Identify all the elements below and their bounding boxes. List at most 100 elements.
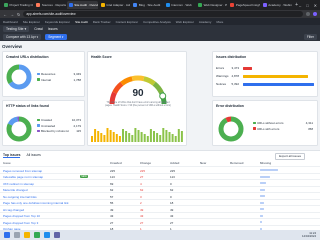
- trend-bar: [260, 214, 263, 217]
- browser-tab-label: PageSpeed Insights: [235, 3, 260, 7]
- trend-bar: [260, 169, 278, 172]
- column-header[interactable]: New: [200, 161, 206, 165]
- history-bar: [168, 132, 171, 142]
- column-header[interactable]: Issue: [3, 161, 11, 165]
- issues-card-title: Issues distribution: [216, 55, 247, 59]
- issues-table: Top issues All issues Export all issues …: [0, 150, 320, 231]
- search-icon[interactable]: [14, 232, 20, 238]
- clock: 11:24 14/04/2024: [302, 231, 316, 238]
- close-icon[interactable]: ✕: [314, 3, 317, 8]
- nav-item[interactable]: More: [216, 20, 223, 24]
- explorer-icon[interactable]: [24, 232, 30, 238]
- browser-tab[interactable]: Intercom · Web: [164, 1, 195, 9]
- taskbar: 11:24 14/04/2024: [0, 230, 320, 240]
- nav-item[interactable]: Site Audit: [75, 20, 88, 24]
- crawled-legend-row[interactable]: Resources: [37, 72, 55, 76]
- profile-icon[interactable]: [313, 12, 317, 16]
- browser-tab[interactable]: Site Audit · Overview: [66, 1, 99, 9]
- column-header[interactable]: Change: [140, 161, 151, 165]
- column-header[interactable]: Missing: [260, 161, 271, 165]
- favicon-icon: [68, 3, 73, 7]
- legend-value: 4,311: [305, 121, 313, 125]
- health-card-title: Health Score: [91, 55, 112, 59]
- gauge-segment: [152, 81, 164, 94]
- browser-tab[interactable]: Sources · Reports N: [34, 1, 66, 9]
- issues-link[interactable]: Issues: [48, 27, 58, 31]
- browser-tab[interactable]: Academy · Webinar: [261, 1, 292, 9]
- column-header[interactable]: Crawled: [110, 161, 122, 165]
- browser-tab[interactable]: PageSpeed Insights: [228, 1, 260, 9]
- legend-swatch: [37, 129, 40, 133]
- error-legend-row[interactable]: URLs without errors: [253, 121, 284, 125]
- history-bar: [156, 133, 159, 142]
- history-bar: [140, 132, 143, 142]
- overview-title: Overview: [2, 44, 23, 49]
- legend-swatch: [37, 72, 40, 76]
- teams-icon[interactable]: [54, 232, 60, 238]
- browser-tab[interactable]: Blog · Site Audit: [131, 1, 162, 9]
- error-legend-row[interactable]: URLs with errors: [253, 127, 279, 131]
- new-tab-icon[interactable]: +: [295, 2, 298, 8]
- http-legend-row[interactable]: Crawled: [37, 118, 52, 122]
- nav-item[interactable]: Rank Tracker: [93, 20, 111, 24]
- mail-icon[interactable]: [44, 232, 50, 238]
- nav-item[interactable]: Competitive Analysis: [143, 20, 171, 24]
- chrome-icon[interactable]: [34, 232, 40, 238]
- legend-swatch: [253, 121, 256, 125]
- legend-value: 10,373: [71, 118, 81, 122]
- compare-label: Compare with 13 Apr: [6, 35, 36, 39]
- history-bar: [97, 131, 100, 142]
- favicon-icon: [198, 3, 203, 7]
- history-bar: [94, 129, 97, 142]
- http-legend-row[interactable]: Uncrawled: [37, 124, 55, 128]
- history-bar: [159, 135, 162, 142]
- column-header[interactable]: Removed: [230, 161, 244, 165]
- history-bar: [146, 136, 149, 142]
- history-bar: [115, 134, 118, 142]
- health-score-card: Health Score 90 The share of URLs that d…: [87, 51, 187, 146]
- filter-button[interactable]: Filter: [303, 34, 317, 40]
- history-bar: [106, 128, 109, 142]
- back-icon[interactable]: ←: [3, 12, 7, 17]
- crawl-link[interactable]: Crawl: [34, 27, 43, 31]
- issue-type-label[interactable]: Errors: [216, 66, 224, 70]
- nav-item[interactable]: Academy: [199, 20, 212, 24]
- http-legend-row[interactable]: Blocked by robots.txt: [37, 129, 69, 133]
- segment-dropdown[interactable]: Segment ▾: [45, 34, 67, 40]
- legend-swatch: [37, 118, 40, 122]
- maximize-icon[interactable]: □: [306, 3, 308, 8]
- browser-tab[interactable]: Project Trading Channel: [2, 1, 33, 9]
- legend-value: 358: [307, 126, 313, 131]
- browser-tab[interactable]: Intel Adapter · Ads: [99, 1, 130, 9]
- trend-bar: [260, 182, 266, 185]
- new-badge: NEW: [80, 174, 88, 179]
- browser-tab-label: Project Trading Channel: [9, 3, 34, 7]
- compare-dropdown[interactable]: Compare with 13 Apr ▾: [3, 34, 42, 40]
- nav-item[interactable]: Site Explorer: [23, 20, 40, 24]
- error-slice: [218, 116, 244, 142]
- column-header[interactable]: Added: [170, 161, 179, 165]
- browser-tab-label: Web Designer · Ping: [203, 3, 228, 7]
- issue-type-value: 3,473: [231, 66, 239, 70]
- history-bar: [122, 129, 124, 142]
- reload-icon[interactable]: ↻: [17, 12, 20, 17]
- project-selector[interactable]: Testing Site ▾: [3, 26, 30, 32]
- gauge-segment: [131, 75, 145, 82]
- favicon-icon: [230, 3, 235, 7]
- export-button[interactable]: Export all issues: [275, 152, 305, 160]
- extension-icon[interactable]: [306, 12, 310, 16]
- nav-item[interactable]: Keywords Explorer: [45, 20, 70, 24]
- tab-all-issues[interactable]: All issues: [26, 153, 40, 158]
- nav-item[interactable]: Dashboard: [3, 20, 18, 24]
- url-field[interactable]: app.ahrefs.com/site-audit/overview: [23, 11, 303, 17]
- tab-top-issues[interactable]: Top issues: [3, 153, 21, 158]
- nav-item[interactable]: Web Explorer: [176, 20, 194, 24]
- nav-item[interactable]: Content Explorer: [116, 20, 139, 24]
- start-icon[interactable]: [4, 232, 10, 238]
- history-bar: [137, 130, 140, 142]
- forward-icon[interactable]: →: [10, 12, 14, 17]
- minimize-icon[interactable]: –: [299, 3, 301, 8]
- legend-label: Crawled: [41, 118, 53, 122]
- crawled-legend-row[interactable]: Internal: [37, 78, 51, 82]
- browser-tab[interactable]: Web Designer · Ping: [196, 1, 227, 9]
